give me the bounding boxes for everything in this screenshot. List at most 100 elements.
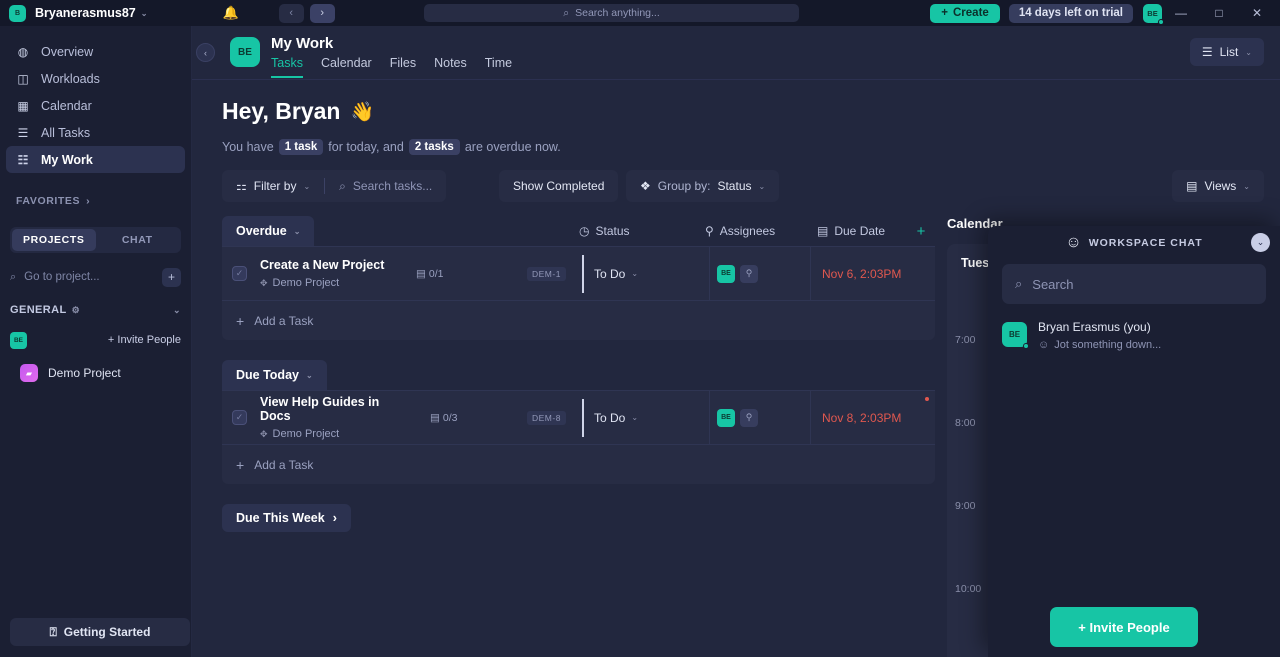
calendar-icon: ▤	[817, 224, 828, 238]
task-project[interactable]: ✥ Demo Project	[260, 428, 410, 440]
task-assignees[interactable]: BE ⚲	[717, 409, 758, 427]
plus-icon: +	[941, 7, 948, 19]
tab-projects[interactable]: PROJECTS	[12, 229, 96, 251]
project-group-general[interactable]: GENERAL ⚙ ⌄	[10, 299, 181, 321]
table-row[interactable]: ✓ Create a New Project ✥ Demo Project ▤ …	[222, 246, 935, 300]
waving-hand-icon: 👋	[350, 100, 374, 124]
avatar-initials: BE	[1147, 9, 1157, 18]
task-due-date[interactable]: Nov 6, 2:03PM	[822, 267, 901, 281]
chevron-down-icon: ⌄	[1243, 182, 1250, 191]
task-title[interactable]: View Help Guides in Docs	[260, 395, 410, 423]
filter-search-group: ⚏ Filter by ⌄ ⌕ Search tasks...	[222, 170, 446, 202]
task-checkbox[interactable]: ✓	[232, 266, 247, 281]
tab-calendar[interactable]: Calendar	[321, 56, 372, 78]
column-header-status[interactable]: ◷ Status	[579, 224, 705, 238]
add-project-button[interactable]: +	[162, 268, 181, 287]
group-by-label: Group by:	[658, 179, 711, 193]
global-search-input[interactable]: ⌕ Search anything...	[424, 4, 799, 22]
views-button[interactable]: ▤ Views ⌄	[1172, 170, 1264, 202]
assignee-icon: ⚲	[705, 224, 714, 238]
tab-notes[interactable]: Notes	[434, 56, 467, 78]
sidebar-item-overview[interactable]: ◍ Overview	[6, 38, 185, 65]
trial-status-badge[interactable]: 14 days left on trial	[1009, 4, 1133, 23]
chat-invite-people-button[interactable]: + Invite People	[1050, 607, 1198, 647]
tab-time[interactable]: Time	[485, 56, 512, 78]
filter-by-button[interactable]: ⚏ Filter by ⌄	[222, 170, 324, 202]
task-assignees[interactable]: BE ⚲	[717, 265, 758, 283]
view-mode-button[interactable]: ☰ List ⌄	[1190, 38, 1264, 66]
subtask-icon: ▤	[416, 268, 426, 280]
invite-people-link[interactable]: + Invite People	[108, 334, 181, 346]
tab-chat[interactable]: CHAT	[96, 229, 180, 251]
maximize-button[interactable]: □	[1200, 0, 1238, 26]
chat-collapse-button[interactable]: ⌄	[1251, 233, 1270, 252]
add-task-label: Add a Task	[254, 458, 313, 472]
sidebar-item-calendar[interactable]: ▦ Calendar	[6, 92, 185, 119]
workspace-logo[interactable]: B	[9, 5, 26, 22]
task-search-input[interactable]: ⌕ Search tasks...	[325, 170, 446, 202]
sidebar-item-label: All Tasks	[41, 126, 90, 140]
task-title[interactable]: Create a New Project	[260, 258, 410, 272]
task-list: Overdue ⌄ ◷ Status ⚲ Assignees	[222, 216, 935, 532]
task-checkbox[interactable]: ✓	[232, 410, 247, 425]
column-header-due-date[interactable]: ▤ Due Date	[817, 224, 907, 238]
status-value: To Do	[594, 267, 625, 281]
checklist-icon: ☷	[16, 153, 30, 167]
task-due-date[interactable]: Nov 8, 2:03PM	[822, 411, 901, 425]
create-button[interactable]: + Create	[930, 4, 1000, 23]
column-header-assignees[interactable]: ⚲ Assignees	[705, 224, 817, 238]
task-project-label: Demo Project	[273, 277, 340, 289]
chat-search-input[interactable]: ⌕ Search	[1002, 264, 1266, 304]
notifications-bell-icon[interactable]: 🔔	[222, 5, 238, 21]
add-assignee-button[interactable]: ⚲	[740, 409, 758, 427]
show-completed-button[interactable]: Show Completed	[499, 170, 618, 202]
gear-icon[interactable]: ⚙	[72, 305, 80, 316]
workspace-badge[interactable]: BE	[10, 332, 27, 349]
task-status-dropdown[interactable]: To Do ⌄	[594, 411, 638, 425]
task-group-due-this-week[interactable]: Due This Week ›	[222, 504, 351, 532]
group-toggle-overdue[interactable]: Overdue ⌄	[222, 216, 314, 246]
sidebar-item-all-tasks[interactable]: ☰ All Tasks	[6, 119, 185, 146]
sidebar-item-label: My Work	[41, 153, 93, 167]
chevron-right-icon: ›	[333, 511, 337, 525]
task-id-badge: DEM-1	[527, 267, 566, 281]
tab-files[interactable]: Files	[390, 56, 416, 78]
chevron-down-icon[interactable]: ⌄	[173, 305, 181, 316]
sidebar-item-workloads[interactable]: ◫ Workloads	[6, 65, 185, 92]
chat-snippet-text: Jot something down...	[1054, 339, 1161, 351]
add-task-button[interactable]: + Add a Task	[222, 444, 935, 484]
group-toggle-due-today[interactable]: Due Today ⌄	[222, 360, 327, 390]
sidebar-project-demo-project[interactable]: ▰ Demo Project	[10, 361, 181, 385]
workspace-switcher[interactable]: Bryanerasmus87 ⌄	[35, 6, 147, 20]
chat-header: ☺ WORKSPACE CHAT ⌄	[988, 226, 1280, 260]
chevron-down-icon: ⌄	[294, 227, 301, 236]
group-by-button[interactable]: ❖ Group by: Status ⌄	[626, 170, 779, 202]
add-assignee-button[interactable]: ⚲	[740, 265, 758, 283]
close-button[interactable]: ✕	[1238, 0, 1276, 26]
sub-middle: for today, and	[328, 140, 404, 154]
project-search-input[interactable]: ⌕ Go to project... +	[10, 265, 181, 289]
group-header-row: Due Today ⌄	[222, 360, 935, 390]
task-id-badge: DEM-8	[527, 411, 566, 425]
task-status-dropdown[interactable]: To Do ⌄	[594, 267, 638, 281]
add-column-button[interactable]: +	[907, 223, 935, 240]
sidebar-item-label: Overview	[41, 45, 93, 59]
sidebar-item-my-work[interactable]: ☷ My Work	[6, 146, 185, 173]
history-nav: ‹ ›	[279, 4, 335, 23]
table-row[interactable]: ✓ View Help Guides in Docs ✥ Demo Projec…	[222, 390, 935, 444]
status-color-bar	[582, 255, 584, 293]
sub-suffix: are overdue now.	[465, 140, 561, 154]
cell-divider	[709, 247, 710, 301]
filter-by-label: Filter by	[254, 179, 297, 193]
nav-back-button[interactable]: ‹	[279, 4, 304, 23]
favorites-section[interactable]: FAVORITES ›	[0, 191, 191, 211]
task-project[interactable]: ✥ Demo Project	[260, 277, 410, 289]
list-item[interactable]: BE Bryan Erasmus (you) ☺ Jot something d…	[1002, 318, 1266, 351]
getting-started-button[interactable]: ⍰ Getting Started	[10, 618, 190, 646]
add-task-button[interactable]: + Add a Task	[222, 300, 935, 340]
tab-tasks[interactable]: Tasks	[271, 56, 303, 78]
minimize-button[interactable]: —	[1162, 0, 1200, 26]
nav-forward-button[interactable]: ›	[310, 4, 335, 23]
column-label: Status	[595, 224, 629, 238]
user-avatar[interactable]: BE	[1143, 4, 1162, 23]
